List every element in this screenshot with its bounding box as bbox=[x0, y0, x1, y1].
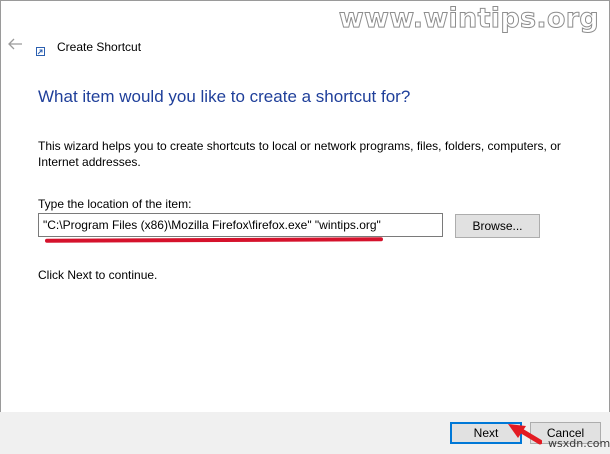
continue-hint: Click Next to continue. bbox=[38, 268, 158, 282]
corner-watermark: wsxdn.com bbox=[548, 437, 610, 450]
wizard-heading: What item would you like to create a sho… bbox=[38, 87, 411, 106]
window-title: Create Shortcut bbox=[57, 40, 142, 54]
watermark-text: www.wintips.org bbox=[338, 3, 599, 35]
location-input[interactable]: "C:\Program Files (x86)\Mozilla Firefox\… bbox=[38, 213, 443, 237]
shortcut-icon bbox=[36, 43, 45, 56]
create-shortcut-dialog: www.wintips.org Create Shortcut What ite… bbox=[0, 0, 610, 454]
wizard-description: This wizard helps you to create shortcut… bbox=[38, 139, 561, 169]
back-arrow-icon[interactable] bbox=[7, 37, 23, 51]
browse-button[interactable]: Browse... bbox=[455, 214, 540, 238]
location-label: Type the location of the item: bbox=[38, 197, 192, 211]
red-underline-annotation bbox=[44, 237, 384, 243]
red-arrow-annotation-icon bbox=[506, 418, 543, 446]
